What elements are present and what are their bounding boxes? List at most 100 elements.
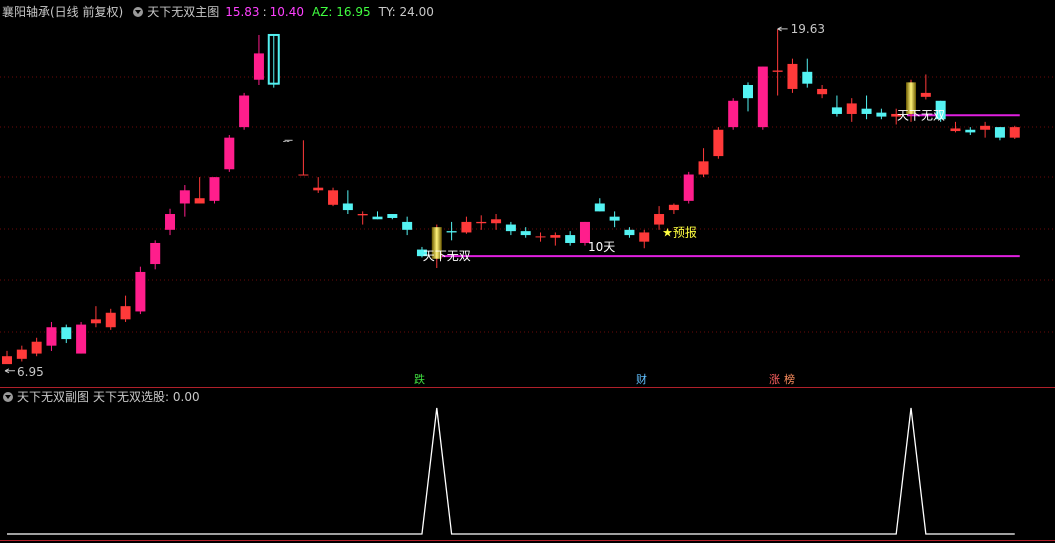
candle[interactable] (446, 221, 457, 241)
candle[interactable] (224, 135, 235, 172)
candle[interactable] (639, 229, 650, 249)
candle[interactable] (609, 211, 620, 228)
candle[interactable] (861, 95, 872, 120)
candle[interactable] (209, 177, 220, 204)
candle[interactable] (31, 337, 42, 357)
candle[interactable] (846, 98, 857, 122)
candle-body (876, 112, 887, 117)
candle-body (772, 70, 783, 72)
candle[interactable] (239, 92, 250, 130)
candle[interactable] (994, 127, 1005, 141)
candle[interactable] (253, 34, 264, 85)
candle[interactable] (668, 203, 679, 215)
candle[interactable] (772, 28, 783, 96)
candle[interactable] (550, 232, 561, 246)
candle[interactable] (120, 295, 131, 322)
signal-series-line (7, 407, 1015, 535)
candle[interactable] (728, 98, 739, 130)
candle[interactable] (476, 215, 487, 230)
candle-body (668, 204, 679, 211)
candle[interactable] (194, 177, 205, 204)
candle-body (817, 88, 828, 95)
candle[interactable] (357, 211, 368, 225)
candle-body (728, 100, 739, 128)
candle-body (298, 174, 309, 176)
candle[interactable] (698, 148, 709, 178)
candle-body (639, 232, 650, 242)
az-value: AZ: 16.95 (311, 5, 371, 19)
candle-body (61, 327, 72, 340)
dropdown-icon[interactable] (3, 392, 13, 402)
candle[interactable] (876, 108, 887, 120)
candle[interactable] (267, 33, 280, 88)
candle[interactable] (372, 211, 383, 220)
candle[interactable] (342, 190, 353, 215)
candle-body (861, 108, 872, 114)
stock-title[interactable]: 襄阳轴承(日线 前复权) (2, 5, 123, 19)
candle-body (505, 224, 516, 232)
tag-bang: 榜 (784, 372, 795, 386)
candle[interactable] (298, 140, 309, 176)
candle[interactable] (787, 58, 798, 93)
candle[interactable] (831, 95, 842, 117)
sub-chart-header: 天下无双副图 天下无双选股: 0.00 (2, 389, 204, 405)
candlestick-chart[interactable]: 6.9519.63--天下无双天下无双10天★预报跌财涨榜 (0, 0, 1055, 387)
candle-body (239, 95, 250, 128)
candle[interactable] (387, 214, 398, 220)
candle[interactable] (520, 227, 531, 238)
candle[interactable] (61, 324, 72, 344)
candle[interactable] (950, 121, 961, 133)
candle[interactable] (505, 221, 516, 236)
candle[interactable] (980, 121, 991, 138)
candle[interactable] (150, 240, 161, 270)
sub-chart-panel[interactable]: 天下无双副图 天下无双选股: 0.00 (0, 388, 1055, 543)
sub-indicator-name[interactable]: 天下无双副图 (17, 390, 89, 404)
dropdown-icon[interactable] (133, 7, 144, 17)
candle[interactable] (179, 185, 190, 217)
candle[interactable] (165, 208, 176, 236)
candle[interactable] (965, 127, 976, 136)
candle[interactable] (105, 308, 116, 330)
candle-body (313, 187, 324, 191)
candle-body (594, 203, 605, 212)
candle-body (387, 214, 398, 218)
candle[interactable] (802, 58, 813, 88)
candle[interactable] (76, 321, 87, 354)
candle[interactable] (46, 321, 57, 351)
candle[interactable] (402, 216, 413, 236)
candle[interactable] (90, 306, 101, 328)
low-price-label: 6.95 (17, 365, 44, 379)
candle[interactable] (565, 231, 576, 246)
main-chart-panel[interactable]: 6.95 19.63 -- 天下无双 天下无双 10天 ★预报跌财涨榜 襄阳轴承(日线 前复… (0, 0, 1055, 387)
forecast-label: ★预报 (662, 224, 697, 239)
candle[interactable] (491, 214, 502, 230)
candle[interactable] (16, 345, 27, 362)
candle[interactable] (2, 350, 12, 365)
candle[interactable] (594, 198, 605, 212)
indicator-name[interactable]: 天下无双主图 (147, 5, 219, 19)
signal-text-1: 天下无双 (423, 249, 471, 263)
candle[interactable] (535, 232, 546, 242)
candle-body (46, 327, 57, 346)
candle[interactable] (1009, 125, 1020, 139)
bottom-border (0, 540, 1055, 541)
candle-body (90, 319, 101, 324)
signal-chart[interactable] (0, 388, 1055, 543)
candle[interactable] (313, 177, 324, 193)
candle[interactable] (817, 84, 828, 99)
candle-body (565, 235, 576, 243)
candle-body (787, 63, 798, 89)
candle[interactable] (461, 216, 472, 234)
candle-body (76, 324, 87, 354)
candle[interactable] (920, 74, 931, 100)
candle[interactable] (757, 66, 768, 130)
candle[interactable] (713, 127, 724, 159)
candle[interactable] (683, 171, 694, 204)
candle[interactable] (328, 187, 339, 207)
candle[interactable] (135, 266, 146, 315)
candle-body (135, 271, 146, 312)
candle[interactable] (743, 82, 753, 112)
candle-body (831, 107, 842, 114)
value-1: 15.83 (225, 5, 260, 19)
candle-body (950, 128, 961, 132)
